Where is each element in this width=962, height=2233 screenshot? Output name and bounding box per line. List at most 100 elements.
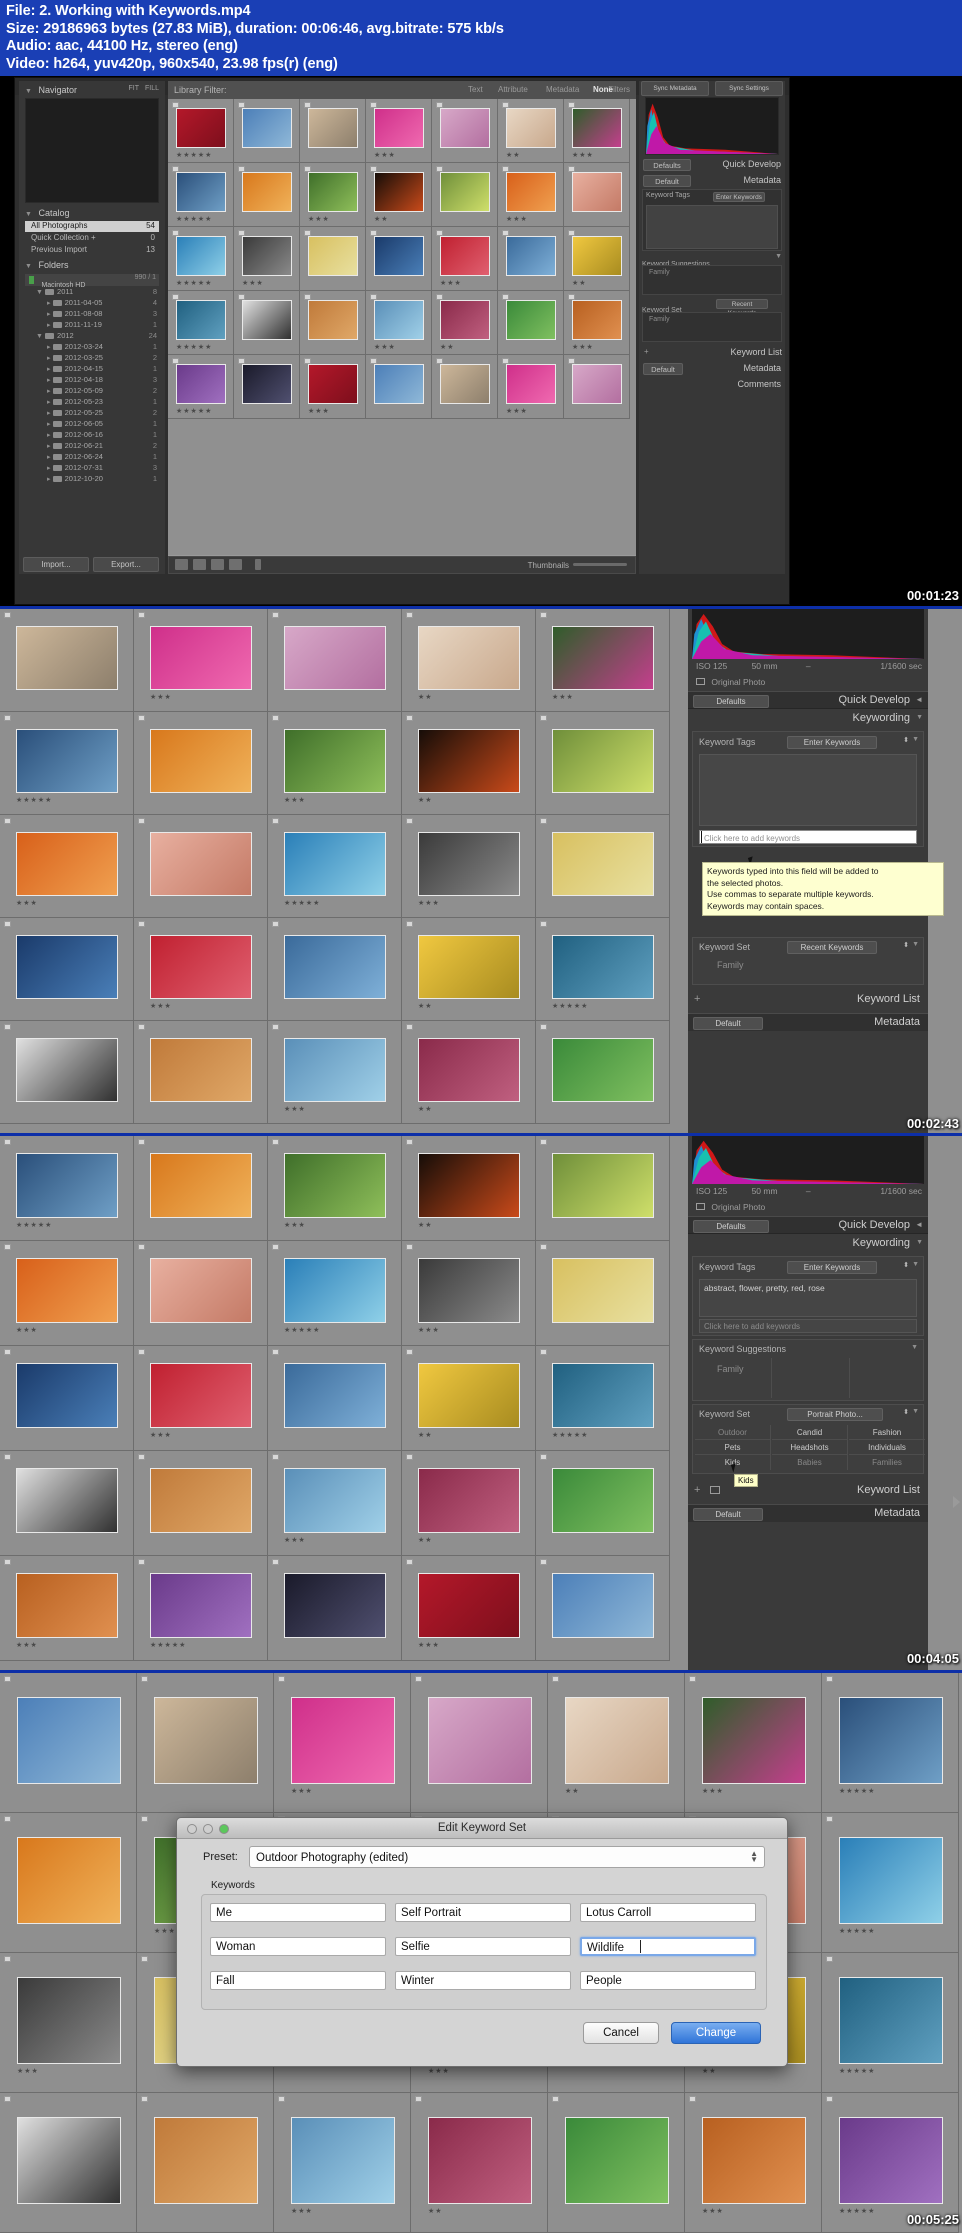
rating-stars[interactable]: ★★★ — [506, 215, 528, 223]
photo-thumbnail[interactable] — [16, 729, 118, 793]
flag-icon[interactable] — [172, 166, 179, 172]
thumbnail-grid[interactable]: ★★★★★ ★★★ ★★ ★★★ ★★★★★ ★★★ ★★ ★★★ ★★★★★ ★★★ ★★★ ★★ ★… — [168, 99, 636, 555]
flag-icon[interactable] — [304, 358, 311, 364]
flag-icon[interactable] — [436, 358, 443, 364]
thumbnail-cell[interactable] — [498, 291, 564, 355]
keyword-tags-mode-3[interactable]: Enter Keywords — [787, 1261, 877, 1274]
photo-thumbnail[interactable] — [418, 935, 520, 999]
catalog-item-quick-collection[interactable]: Quick Collection + 0 — [25, 233, 159, 244]
thumbnail-cell[interactable]: ★★★★★ — [268, 815, 402, 918]
thumbnail-cell[interactable] — [536, 1451, 670, 1556]
rating-stars[interactable]: ★★★ — [572, 151, 594, 159]
keyword-suggestions-header[interactable]: Keyword Suggestions ▼ — [642, 253, 782, 268]
flag-icon[interactable] — [415, 2096, 422, 2102]
photo-thumbnail[interactable] — [572, 364, 622, 404]
export-button[interactable]: Export... — [93, 557, 159, 572]
keywording-disclosure-icon-2[interactable]: ▼ — [916, 714, 923, 721]
add-keywords-input-3[interactable]: Click here to add keywords — [699, 1319, 917, 1333]
photo-thumbnail[interactable] — [418, 729, 520, 793]
photo-thumbnail[interactable] — [308, 236, 358, 276]
flag-icon[interactable] — [552, 1676, 559, 1682]
import-button[interactable]: Import... — [23, 557, 89, 572]
photo-thumbnail[interactable] — [418, 1038, 520, 1102]
flag-icon[interactable] — [4, 1559, 11, 1565]
keyword-set-select-3[interactable]: Portrait Photo... — [787, 1408, 883, 1421]
flag-icon[interactable] — [4, 1349, 11, 1355]
photo-thumbnail[interactable] — [572, 236, 622, 276]
photo-thumbnail[interactable] — [242, 364, 292, 404]
folder-disclosure-icon[interactable]: ▸ — [47, 454, 51, 461]
rating-stars[interactable]: ★★★ — [374, 151, 396, 159]
keyword-suggestions-disclosure-icon-3[interactable]: ▼ — [911, 1344, 918, 1351]
photo-thumbnail[interactable] — [150, 1573, 252, 1638]
thumbnail-cell[interactable]: ★★ — [366, 163, 432, 227]
comments-title[interactable]: Comments — [643, 379, 781, 392]
photo-thumbnail[interactable] — [16, 935, 118, 999]
flag-icon[interactable] — [502, 294, 509, 300]
photo-thumbnail[interactable] — [702, 1697, 806, 1784]
photo-thumbnail[interactable] — [506, 364, 556, 404]
thumbnail-cell[interactable] — [134, 815, 268, 918]
rating-stars[interactable]: ★★★★★ — [176, 279, 212, 287]
thumbnail-cell[interactable] — [432, 163, 498, 227]
original-photo-row-3[interactable]: Original Photo — [696, 1202, 765, 1212]
add-keyword-icon[interactable]: + — [644, 347, 649, 356]
loupe-view-icon[interactable] — [193, 559, 206, 570]
thumbnail-cell[interactable]: ★★★ — [402, 815, 536, 918]
photo-thumbnail[interactable] — [552, 832, 654, 896]
keyword-set-cell[interactable]: Candid — [772, 1425, 848, 1440]
flag-icon[interactable] — [826, 1676, 833, 1682]
thumbnail-cell[interactable] — [0, 1451, 134, 1556]
keyword-set-cell[interactable]: Headshots — [772, 1440, 848, 1455]
rating-stars[interactable]: ★★★ — [150, 1002, 172, 1010]
photo-thumbnail[interactable] — [308, 108, 358, 148]
thumbnail-cell[interactable] — [536, 1021, 670, 1124]
flag-icon[interactable] — [138, 921, 145, 927]
photo-thumbnail[interactable] — [16, 1573, 118, 1638]
thumbnail-cell[interactable]: ★★★ — [0, 1953, 137, 2093]
thumbnail-cell[interactable]: ★★★ — [300, 355, 366, 419]
folder-item[interactable]: ▼ 2011 8 — [36, 287, 159, 296]
thumbnail-cell[interactable] — [0, 1813, 137, 1953]
photo-thumbnail[interactable] — [440, 108, 490, 148]
flag-icon[interactable] — [406, 1139, 413, 1145]
keyword-tags-mode-select[interactable]: Enter Keywords — [713, 192, 765, 202]
folder-item[interactable]: ▸ 2011-08-08 3 — [47, 309, 159, 318]
photo-thumbnail[interactable] — [552, 1038, 654, 1102]
flag-icon[interactable] — [278, 2096, 285, 2102]
thumbnail-cell[interactable]: ★★★ — [402, 1241, 536, 1346]
photo-thumbnail[interactable] — [552, 626, 654, 690]
keyword-suggestions-disclosure-icon[interactable]: ▼ — [775, 253, 782, 260]
flag-icon[interactable] — [138, 612, 145, 618]
rating-stars[interactable]: ★★★ — [284, 796, 306, 804]
flag-icon[interactable] — [370, 230, 377, 236]
photo-thumbnail[interactable] — [16, 626, 118, 690]
thumbnail-cell[interactable] — [134, 1021, 268, 1124]
suggestion-cell[interactable]: Family — [649, 269, 670, 276]
thumbnail-cell[interactable] — [536, 1136, 670, 1241]
flag-icon[interactable] — [436, 294, 443, 300]
rating-stars[interactable]: ★★ — [565, 1787, 580, 1795]
keyword-tags-mode-2[interactable]: Enter Keywords — [787, 736, 877, 749]
thumbnail-cell[interactable]: ★★★★★ — [0, 712, 134, 815]
thumbnail-cell[interactable] — [137, 1673, 274, 1813]
thumbnail-cell[interactable]: ★★★ — [268, 1451, 402, 1556]
thumbnail-cell[interactable]: ★★★★★ — [134, 1556, 268, 1661]
rating-stars[interactable]: ★★★ — [702, 1787, 724, 1795]
thumbnail-cell[interactable]: ★★★ — [274, 1673, 411, 1813]
rating-stars[interactable]: ★★★ — [291, 2207, 313, 2215]
photo-thumbnail[interactable] — [506, 172, 556, 212]
thumbnail-cell[interactable] — [366, 355, 432, 419]
rating-stars[interactable]: ★★ — [440, 343, 455, 351]
thumbnail-cell[interactable]: ★★ — [564, 227, 630, 291]
flag-icon[interactable] — [4, 1956, 11, 1962]
photo-thumbnail[interactable] — [428, 2117, 532, 2204]
rating-stars[interactable]: ★★★★★ — [176, 215, 212, 223]
catalog-header[interactable]: ▼ Catalog — [25, 208, 159, 221]
flag-icon[interactable] — [138, 1349, 145, 1355]
grid-toolbar[interactable]: Thumbnails — [168, 556, 636, 574]
rating-stars[interactable]: ★★★ — [418, 899, 440, 907]
flag-icon[interactable] — [172, 358, 179, 364]
preset-stepper-icon[interactable]: ▲ ▼ — [750, 1850, 758, 1864]
keyword-input[interactable]: Selfie — [395, 1937, 571, 1956]
